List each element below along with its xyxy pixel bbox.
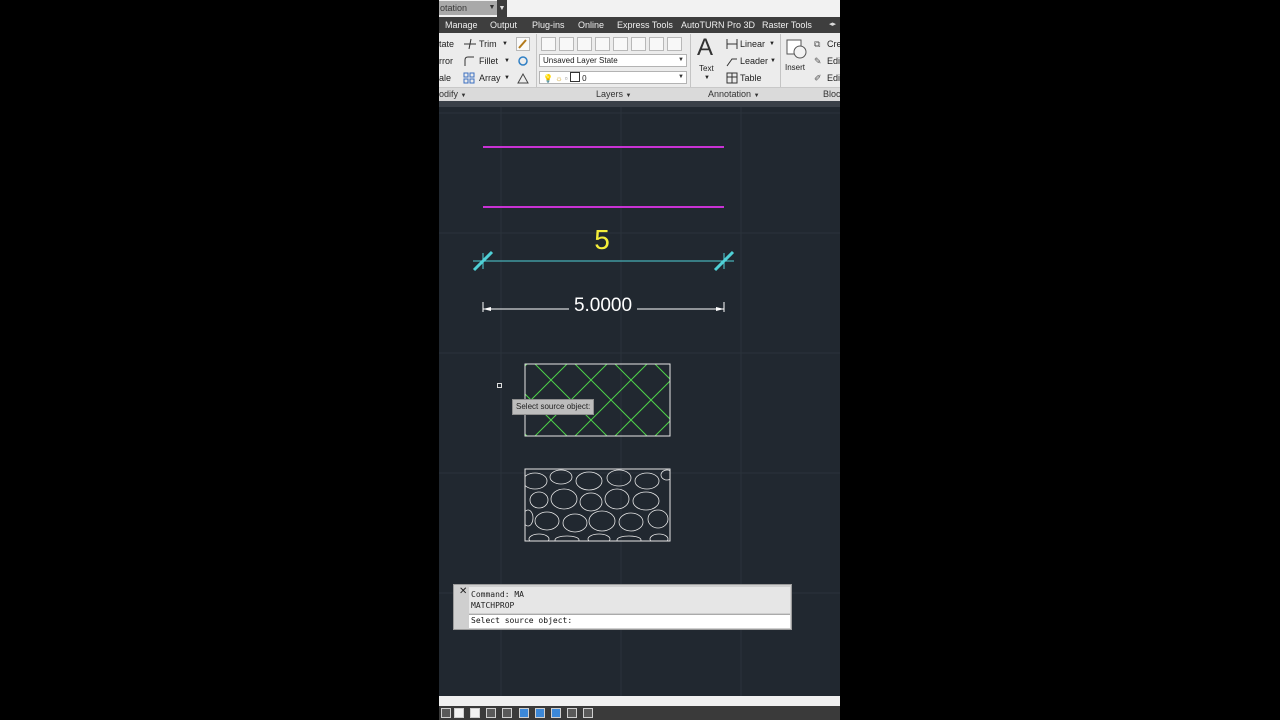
polar-tracking-icon[interactable] <box>502 708 512 718</box>
tab-express-tools[interactable]: Express Tools <box>617 17 673 33</box>
edit-attributes-icon[interactable]: ✐ <box>814 72 822 84</box>
tab-output[interactable]: Output <box>490 17 517 33</box>
trim-button[interactable]: Trim <box>479 38 497 50</box>
array-button[interactable]: Array <box>479 72 501 84</box>
tab-manage[interactable]: Manage <box>445 17 478 33</box>
trim-dropdown-icon[interactable]: ▼ <box>502 38 508 50</box>
chevron-down-icon: ▼ <box>678 74 684 80</box>
annotation-panel-title: Annotation <box>708 89 752 99</box>
array-dropdown-icon[interactable]: ▼ <box>504 72 510 84</box>
block-panel-label[interactable]: Bloc <box>823 88 840 101</box>
3d-object-snap-icon[interactable] <box>535 708 545 718</box>
layer-unisolate-icon[interactable] <box>595 37 610 51</box>
dynamic-ucs-icon[interactable] <box>567 708 577 718</box>
current-layer-combo[interactable]: 💡 ☼ ▫ 0 ▼ <box>539 71 687 84</box>
create-block-button[interactable]: Cre <box>827 38 840 50</box>
layout-tabs-strip <box>439 696 840 706</box>
object-snap-tracking-icon[interactable] <box>551 708 561 718</box>
dynamic-input-icon[interactable] <box>583 708 593 718</box>
layer-lock-icon[interactable] <box>649 37 664 51</box>
grid-display-icon[interactable] <box>470 708 480 718</box>
dimension-text-five[interactable]: 5 <box>587 225 617 255</box>
chevron-down-icon: ▼ <box>460 93 467 99</box>
command-window[interactable]: ✕ Command: MA MATCHPROP Select source ob… <box>453 584 792 630</box>
leader-icon[interactable] <box>726 55 738 67</box>
status-bar <box>439 706 840 720</box>
linear-button[interactable]: Linear <box>740 38 765 50</box>
leader-dropdown-icon[interactable]: ▼ <box>770 55 776 67</box>
text-large-icon[interactable]: A <box>697 34 713 62</box>
layer-color-swatch[interactable] <box>569 72 580 82</box>
history-line: MATCHPROP <box>471 601 515 610</box>
tab-raster-tools[interactable]: Raster Tools <box>762 17 812 33</box>
fillet-dropdown-icon[interactable]: ▼ <box>504 55 510 67</box>
layer-isolate-icon[interactable] <box>577 37 592 51</box>
title-strip: otation ▼ ▼ <box>439 0 840 17</box>
stone-hatch-rectangle[interactable] <box>523 468 673 544</box>
chevron-down-icon: ▼ <box>753 93 760 99</box>
workspace-combo-value: otation <box>440 3 468 13</box>
layer-freeze-icon[interactable] <box>631 37 646 51</box>
pickbox-cursor <box>497 383 502 388</box>
tab-online[interactable]: Online <box>578 17 604 33</box>
edit-attributes-button[interactable]: Edi <box>827 72 840 84</box>
chevron-down-icon: ▼ <box>678 57 684 63</box>
current-layer-value: 0 <box>582 74 587 83</box>
layer-state-combo[interactable]: Unsaved Layer State ▼ <box>539 54 687 67</box>
insert-block-icon[interactable] <box>785 37 809 61</box>
leader-button[interactable]: Leader <box>740 55 768 67</box>
history-line: Command: MA <box>471 590 524 599</box>
dynamic-input-tooltip: Select source object: <box>512 399 595 415</box>
trim-icon[interactable] <box>463 38 477 50</box>
array-icon[interactable] <box>463 72 475 84</box>
text-dropdown-icon[interactable]: ▼ <box>704 72 710 84</box>
unlock-icon[interactable]: ▫ <box>565 74 568 83</box>
explode-icon[interactable] <box>516 54 530 68</box>
lightbulb-icon[interactable]: 💡 <box>543 74 553 83</box>
close-icon[interactable]: ✕ <box>459 587 467 597</box>
layer-state-value: Unsaved Layer State <box>543 56 618 65</box>
ribbon-tab-bar: Manage Output Plug-ins Online Express To… <box>439 17 840 33</box>
command-input[interactable]: Select source object: <box>469 614 790 628</box>
object-snap-icon[interactable] <box>519 708 529 718</box>
edit-block-icon[interactable]: ✎ <box>814 55 822 67</box>
ribbon-minimize-icon[interactable]: ◂▸ <box>829 21 839 29</box>
layer-off-icon[interactable] <box>613 37 628 51</box>
create-block-icon[interactable]: ⧉ <box>814 38 820 50</box>
chevron-down-icon: ▼ <box>625 93 632 99</box>
linear-dimension-icon[interactable] <box>726 38 738 50</box>
snap-mode-icon[interactable] <box>454 708 464 718</box>
layer-states-icon[interactable] <box>559 37 574 51</box>
infer-constraints-icon[interactable] <box>441 708 451 718</box>
layer-match-icon[interactable] <box>667 37 682 51</box>
pencil-icon[interactable] <box>516 37 530 51</box>
offset-icon[interactable] <box>516 71 530 85</box>
modify-rotate-label[interactable]: tate <box>439 38 454 50</box>
linear-dropdown-icon[interactable]: ▼ <box>769 38 775 50</box>
modify-scale-label[interactable]: ale <box>439 72 451 84</box>
chevron-down-icon[interactable]: ▼ <box>487 1 497 15</box>
table-icon[interactable] <box>726 72 738 84</box>
ortho-mode-icon[interactable] <box>486 708 496 718</box>
dimension-text-value[interactable]: 5.0000 <box>567 295 639 317</box>
layers-panel-title: Layers <box>596 89 624 99</box>
fillet-button[interactable]: Fillet <box>479 55 498 67</box>
fillet-icon[interactable] <box>463 55 475 67</box>
modify-panel-title: odify <box>439 89 459 99</box>
quick-access-dropdown-icon[interactable]: ▼ <box>497 0 507 17</box>
sun-icon[interactable]: ☼ <box>555 74 562 83</box>
table-button[interactable]: Table <box>740 72 762 84</box>
ribbon-panel-labels: odify ▼ Layers ▼ Annotation ▼ Bloc <box>439 87 840 101</box>
insert-button-label[interactable]: Insert <box>785 62 805 74</box>
tab-plug-ins[interactable]: Plug-ins <box>532 17 565 33</box>
command-history: Command: MA MATCHPROP <box>469 587 790 613</box>
edit-block-button[interactable]: Edi <box>827 55 840 67</box>
tab-autoturn-pro-3d[interactable]: AutoTURN Pro 3D <box>681 17 755 33</box>
autocad-window: otation ▼ ▼ Manage Output Plug-ins Onlin… <box>439 0 840 720</box>
modify-mirror-label[interactable]: rror <box>439 55 453 67</box>
layer-properties-icon[interactable] <box>541 37 556 51</box>
